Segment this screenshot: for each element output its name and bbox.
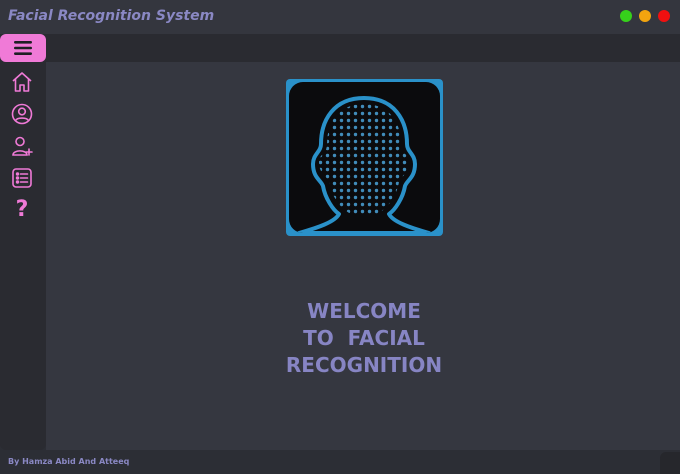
user-circle-icon	[11, 103, 33, 125]
welcome-line-1: WELCOME	[307, 299, 421, 323]
sidebar-item-home[interactable]	[10, 70, 34, 94]
welcome-message: WELCOME TO FACIAL RECOGNITION	[232, 298, 496, 379]
home-icon	[12, 72, 32, 92]
app-title: Facial Recognition System	[8, 8, 215, 24]
logo	[286, 79, 443, 236]
resize-grip[interactable]	[660, 452, 680, 474]
welcome-line-2: TO FACIAL	[303, 326, 425, 350]
sidebar-item-help[interactable]: ?	[10, 198, 34, 222]
minimize-button[interactable]	[639, 10, 651, 22]
face-scan-icon	[297, 96, 431, 233]
list-icon	[12, 168, 32, 188]
add-user-icon	[12, 136, 33, 156]
maximize-button[interactable]	[620, 10, 632, 22]
hamburger-menu-icon	[14, 41, 32, 55]
sidebar-item-list[interactable]	[10, 166, 34, 190]
credit-text: By Hamza Abid And Atteeq	[8, 457, 130, 466]
menu-button[interactable]	[0, 34, 46, 62]
sidebar-item-add-user[interactable]	[10, 134, 34, 158]
top-bar	[0, 34, 680, 62]
help-icon: ?	[15, 197, 29, 222]
welcome-line-3: RECOGNITION	[285, 353, 443, 377]
close-button[interactable]	[658, 10, 670, 22]
sidebar-item-profile[interactable]	[10, 102, 34, 126]
